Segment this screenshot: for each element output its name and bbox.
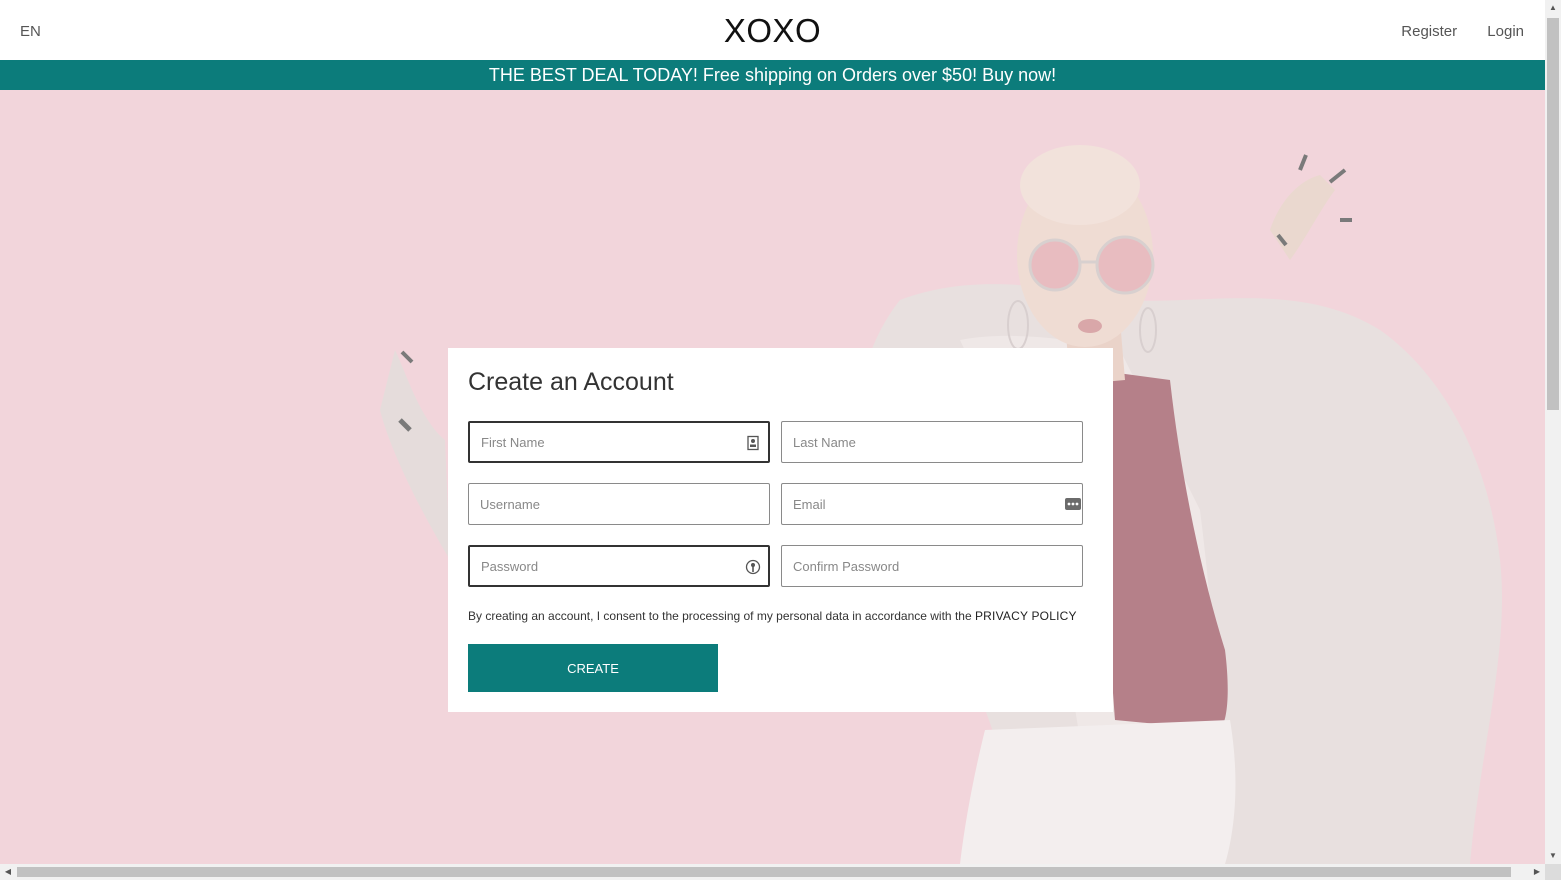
horizontal-scroll-thumb[interactable] [17, 867, 1511, 877]
first-name-input[interactable] [481, 423, 731, 461]
first-name-field[interactable] [468, 421, 770, 463]
promo-banner[interactable]: THE BEST DEAL TODAY! Free shipping on Or… [0, 60, 1545, 90]
username-input[interactable] [480, 484, 730, 524]
password-input[interactable] [481, 547, 731, 585]
login-link[interactable]: Login [1487, 23, 1524, 40]
key-icon[interactable] [745, 559, 761, 575]
confirm-password-field[interactable] [781, 545, 1083, 587]
header-nav: Register Login [1375, 23, 1524, 40]
create-button[interactable]: CREATE [468, 644, 718, 692]
last-name-input[interactable] [793, 422, 1043, 462]
consent-text: By creating an account, I consent to the… [468, 609, 972, 623]
register-link[interactable]: Register [1401, 23, 1457, 40]
email-field[interactable] [781, 483, 1083, 525]
username-field[interactable] [468, 483, 770, 525]
scrollbar-corner [1545, 864, 1561, 880]
email-input[interactable] [793, 484, 1043, 524]
confirm-password-input[interactable] [793, 546, 1043, 586]
site-header: EN XOXO Register Login [0, 0, 1545, 60]
create-account-card: Create an Account By cr [448, 348, 1113, 712]
contact-card-icon[interactable] [745, 435, 761, 451]
scroll-right-arrow-icon[interactable]: ▶ [1529, 864, 1545, 880]
scroll-up-arrow-icon[interactable]: ▲ [1545, 0, 1561, 16]
consent-notice: By creating an account, I consent to the… [468, 609, 1077, 623]
vertical-scrollbar[interactable]: ▲ ▼ [1545, 0, 1561, 864]
privacy-policy-link[interactable]: PRIVACY POLICY [975, 609, 1077, 623]
form-title: Create an Account [468, 368, 674, 396]
last-name-field[interactable] [781, 421, 1083, 463]
horizontal-scrollbar[interactable]: ◀ ▶ [0, 864, 1545, 880]
site-logo[interactable]: XOXO [0, 12, 1545, 50]
password-field[interactable] [468, 545, 770, 587]
password-dots-icon[interactable] [1065, 496, 1081, 512]
vertical-scroll-thumb[interactable] [1547, 18, 1559, 410]
scroll-left-arrow-icon[interactable]: ◀ [0, 864, 16, 880]
scroll-down-arrow-icon[interactable]: ▼ [1545, 848, 1561, 864]
